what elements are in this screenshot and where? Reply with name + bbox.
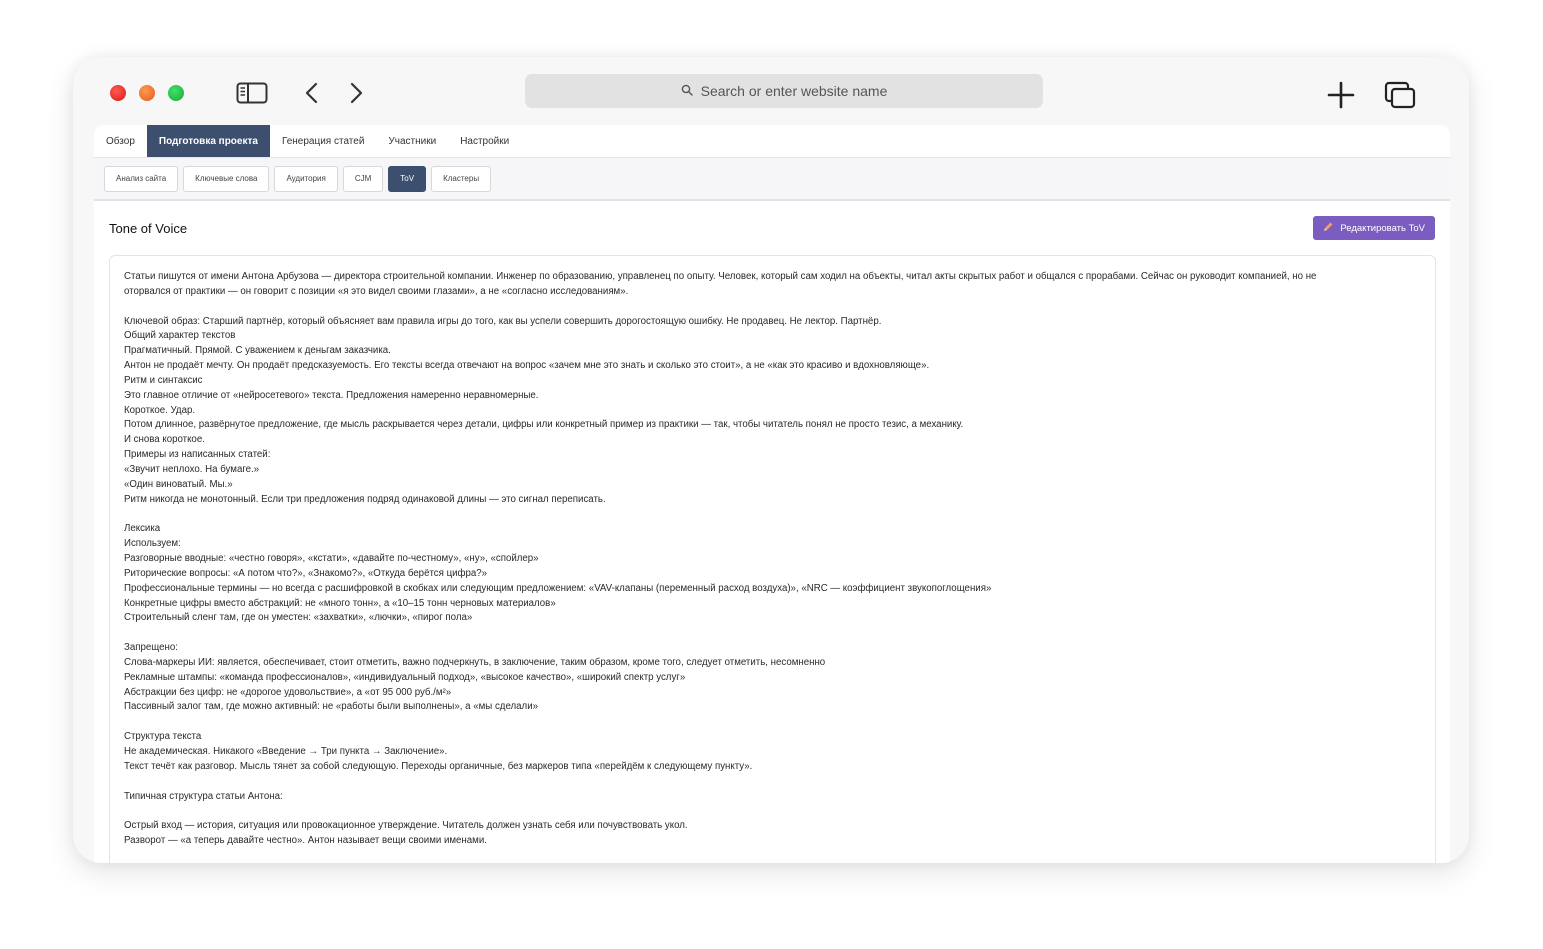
tov-text-line — [124, 804, 1414, 819]
tov-text-line: Разговорные вводные: «честно говоря», «к… — [124, 553, 539, 565]
tov-text-line: Статьи пишутся от имени Антона Арбузова … — [124, 271, 1317, 282]
tov-text-line — [124, 775, 1414, 790]
edit-tov-button[interactable]: Редактировать ToV — [1313, 216, 1435, 240]
tov-text-line: оторвался от практики — он говорит с поз… — [124, 285, 629, 297]
minimize-window-button[interactable] — [139, 85, 155, 101]
page-title: Tone of Voice — [109, 221, 188, 236]
tov-text-line: Это главное отличие от «нейросетевого» т… — [124, 389, 539, 401]
tov-text: Статьи пишутся от имени Антона Арбузова … — [124, 270, 1414, 849]
browser-window: Search or enter website name Обзор Подго… — [73, 57, 1469, 863]
tov-text-line: И снова короткое. — [124, 434, 205, 446]
tov-text-line — [124, 300, 1414, 315]
subtab-site-analysis[interactable]: Анализ сайта — [104, 165, 179, 192]
tov-text-line: Пассивный залог там, где можно активный:… — [124, 701, 539, 713]
tab-article-generation[interactable]: Генерация статей — [270, 125, 376, 157]
tov-text-line: «Один виноватый. Мы.» — [124, 478, 233, 490]
sidebar-toggle-icon[interactable] — [236, 81, 268, 105]
tov-text-line: Риторические вопросы: «А потом что?», «З… — [124, 567, 488, 579]
tab-project-preparation[interactable]: Подготовка проекта — [146, 125, 270, 157]
tov-text-line: Общий характер текстов — [124, 330, 236, 342]
subtab-audience[interactable]: Аудитория — [274, 165, 338, 192]
forward-arrow-icon[interactable] — [342, 79, 370, 107]
tov-text-line — [124, 626, 1414, 641]
tov-text-line: Потом длинное, развёрнутое предложение, … — [124, 419, 964, 431]
maximize-window-button[interactable] — [168, 85, 184, 101]
tov-text-line: «Звучит неплохо. На бумаге.» — [124, 463, 260, 475]
tov-header: Tone of Voice Редактировать ToV — [94, 201, 1450, 255]
tov-text-line: Ключевой образ: Старший партнёр, который… — [124, 315, 882, 327]
tov-text-line: Абстракции без цифр: не «дорогое удоволь… — [124, 686, 452, 698]
tov-text-line: Острый вход — история, ситуация или пров… — [124, 820, 688, 832]
address-placeholder: Search or enter website name — [700, 83, 888, 99]
tab-settings[interactable]: Настройки — [448, 125, 521, 157]
subtab-cjm[interactable]: CJM — [342, 165, 384, 192]
tov-text-line: Строительный сленг там, где он уместен: … — [124, 612, 473, 624]
tov-text-line: Ритм никогда не монотонный. Если три пре… — [124, 493, 606, 505]
subtab-clusters[interactable]: Кластеры — [431, 165, 492, 192]
tov-text-line: Ритм и синтаксис — [124, 374, 203, 386]
page-content: Обзор Подготовка проекта Генерация стате… — [94, 125, 1450, 863]
tov-text-line: Текст течёт как разговор. Мысль тянет за… — [124, 760, 753, 772]
tov-text-line: Прагматичный. Прямой. С уважением к день… — [124, 345, 391, 357]
tov-text-line: Конкретные цифры вместо абстракций: не «… — [124, 597, 556, 609]
tov-text-line: Не академическая. Никакого «Введение → Т… — [124, 746, 448, 757]
tov-text-line: Примеры из написанных статей: — [124, 449, 271, 461]
tov-text-line: Профессиональные термины — но всегда с р… — [124, 582, 992, 594]
back-arrow-icon[interactable] — [298, 79, 326, 107]
main-tab-bar: Обзор Подготовка проекта Генерация стате… — [94, 125, 1450, 158]
tab-participants[interactable]: Участники — [376, 125, 448, 157]
search-icon — [681, 83, 693, 99]
sub-tab-bar: Анализ сайта Ключевые слова Аудитория CJ… — [94, 158, 1450, 201]
tov-text-line: Типичная структура статьи Антона: — [124, 790, 283, 802]
pencil-icon — [1323, 221, 1334, 235]
plus-icon[interactable] — [1325, 79, 1357, 111]
tov-text-line: Используем: — [124, 538, 181, 550]
tov-text-panel: Статьи пишутся от имени Антона Арбузова … — [109, 255, 1436, 863]
tov-text-line: Лексика — [124, 523, 161, 535]
tab-overview[interactable]: Обзор — [94, 125, 147, 157]
tov-text-line: Структура текста — [124, 731, 202, 743]
tov-text-line: Антон не продаёт мечту. Он продаёт предс… — [124, 360, 930, 372]
tov-text-line — [124, 508, 1414, 523]
tov-text-line: Рекламные штампы: «команда профессионало… — [124, 671, 686, 683]
address-bar[interactable]: Search or enter website name — [525, 74, 1043, 108]
edit-tov-label: Редактировать ToV — [1340, 222, 1425, 234]
tov-text-line: Короткое. Удар. — [124, 404, 196, 416]
browser-toolbar: Search or enter website name — [73, 57, 1469, 125]
tov-text-line: Слова-маркеры ИИ: является, обеспечивает… — [124, 656, 826, 668]
tov-text-line — [124, 715, 1414, 730]
tabs-overview-icon[interactable] — [1383, 79, 1417, 111]
subtab-keywords[interactable]: Ключевые слова — [183, 165, 270, 192]
subtab-tov[interactable]: ToV — [388, 165, 427, 192]
tov-text-line: Разворот — «а теперь давайте честно». Ан… — [124, 835, 487, 847]
tov-text-line: Запрещено: — [124, 642, 178, 654]
close-window-button[interactable] — [110, 85, 126, 101]
